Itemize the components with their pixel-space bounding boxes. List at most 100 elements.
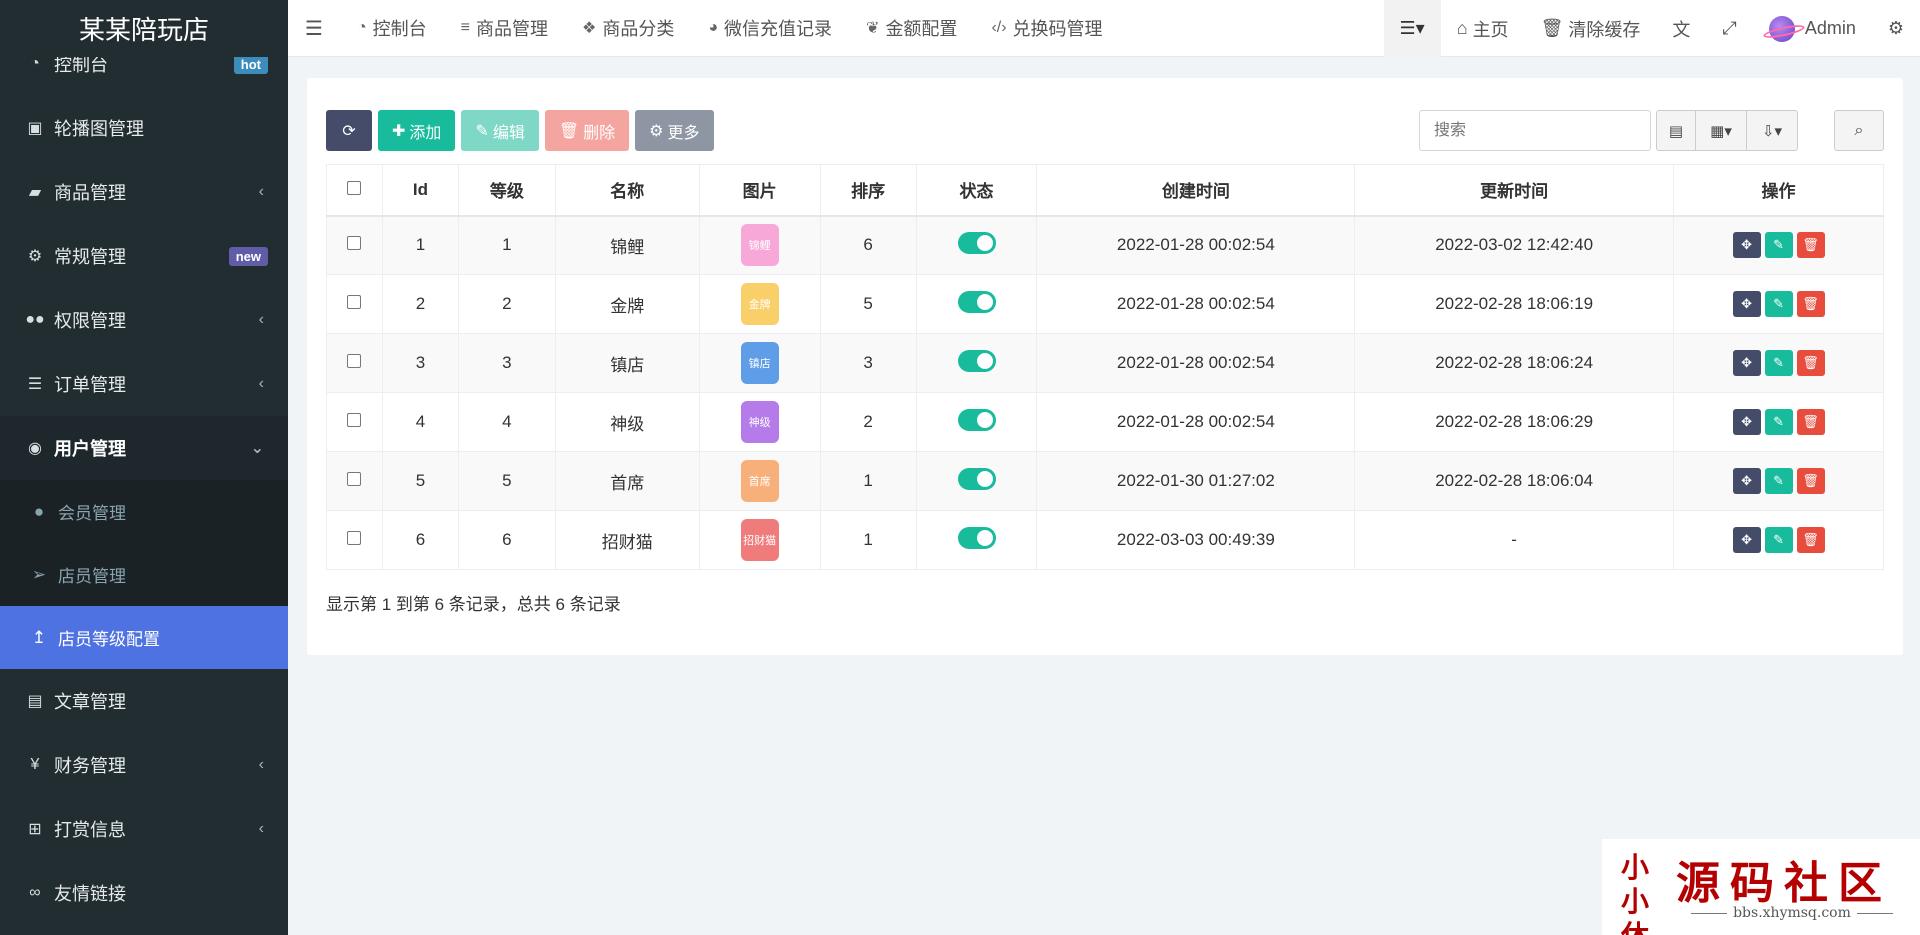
sidebar-item-orders[interactable]: ☰ 订单管理 ‹ — [0, 352, 288, 416]
status-toggle[interactable] — [957, 408, 996, 431]
drag-sort-button[interactable]: ✥ — [1732, 409, 1761, 435]
sidebar-subitem-members[interactable]: ● 会员管理 — [0, 480, 288, 543]
row-delete-button[interactable]: 🗑 — [1796, 468, 1825, 494]
sidebar-toggle-icon[interactable]: ☰ — [288, 0, 340, 57]
drag-sort-button[interactable]: ✥ — [1732, 291, 1761, 317]
row-checkbox[interactable] — [347, 472, 362, 486]
level-badge-image[interactable]: 锦鲤 — [740, 224, 779, 267]
row-edit-button[interactable]: ✎ — [1764, 232, 1793, 259]
sidebar-item-auth[interactable]: ●● 权限管理 ‹ — [0, 288, 288, 352]
table-row[interactable]: 5 5 首席 首席 1 2022-01-30 01:27:02 2022-02-28 18:… — [326, 451, 1884, 511]
drag-sort-button[interactable]: ✥ — [1732, 468, 1761, 494]
chevron-down-icon: ⌄ — [250, 440, 264, 457]
cell-updated: - — [1354, 510, 1675, 570]
search-input[interactable] — [1419, 110, 1651, 151]
columns-button[interactable]: ▦▾ — [1695, 110, 1747, 151]
status-toggle[interactable] — [957, 467, 996, 490]
user-menu[interactable]: Admin — [1753, 0, 1872, 57]
more-label: 更多 — [667, 124, 700, 142]
col-sort[interactable]: 排序 — [819, 164, 917, 217]
refresh-button[interactable]: ⟳ — [326, 110, 372, 151]
search-icon: ⌕ — [1854, 121, 1864, 139]
row-delete-button[interactable]: 🗑 — [1796, 291, 1825, 317]
select-all-checkbox[interactable] — [347, 180, 362, 195]
col-level[interactable]: 等级 — [457, 164, 556, 217]
export-button[interactable]: ⇩▾ — [1746, 110, 1798, 151]
clear-cache-button[interactable]: 🗑 清除缓存 — [1525, 0, 1657, 57]
col-image[interactable]: 图片 — [698, 164, 821, 217]
top-nav-redeem-code[interactable]: ‹/› 兑换码管理 — [974, 0, 1119, 57]
table-row[interactable]: 3 3 镇店 镇店 3 2022-01-28 00:02:54 2022-02-28 18:… — [326, 333, 1884, 393]
more-button[interactable]: ⚙ 更多 — [635, 110, 714, 151]
sidebar-item-users[interactable]: ◉ 用户管理 ⌄ — [0, 416, 288, 480]
status-toggle[interactable] — [957, 349, 996, 372]
pencil-icon: ✎ — [1773, 473, 1784, 488]
drag-sort-button[interactable]: ✥ — [1732, 527, 1761, 553]
language-button[interactable]: 文 — [1656, 0, 1706, 57]
level-badge-image[interactable]: 金牌 — [740, 283, 779, 325]
add-button[interactable]: ✚ 添加 — [378, 110, 456, 151]
drag-sort-button[interactable]: ✥ — [1732, 350, 1761, 376]
cell-name: 招财猫 — [554, 510, 700, 570]
home-link[interactable]: ⌂ 主页 — [1441, 0, 1525, 57]
col-updated[interactable]: 更新时间 — [1354, 164, 1675, 217]
top-nav-amount-config[interactable]: ❦ 金额配置 — [849, 0, 974, 57]
row-checkbox[interactable] — [347, 354, 362, 368]
sidebar-item-rewards[interactable]: ⊞ 打赏信息 ‹ — [0, 797, 288, 861]
table-row[interactable]: 4 4 神级 神级 2 2022-01-28 00:02:54 2022-02-28 18:… — [326, 392, 1884, 452]
multi-nav-dropdown[interactable]: ☰▾ — [1383, 0, 1441, 57]
top-nav-category[interactable]: ❖ 商品分类 — [565, 0, 691, 57]
top-nav-wechat-recharge[interactable]: ◕ 微信充值记录 — [691, 0, 849, 57]
level-badge-image[interactable]: 镇店 — [740, 342, 779, 384]
row-edit-button[interactable]: ✎ — [1764, 350, 1793, 376]
status-toggle[interactable] — [957, 290, 996, 313]
top-nav-dashboard[interactable]: ◔ 控制台 — [340, 0, 444, 57]
row-edit-button[interactable]: ✎ — [1764, 409, 1793, 435]
toggle-view-button[interactable]: ▤ — [1656, 110, 1696, 151]
trash-icon: 🗑 — [558, 122, 580, 140]
row-checkbox[interactable] — [347, 295, 362, 309]
row-delete-button[interactable]: 🗑 — [1796, 232, 1825, 259]
col-id[interactable]: Id — [381, 164, 459, 217]
level-badge-image[interactable]: 神级 — [740, 401, 779, 443]
row-delete-button[interactable]: 🗑 — [1796, 527, 1825, 553]
level-badge-image[interactable]: 首席 — [740, 460, 779, 502]
row-delete-button[interactable]: 🗑 — [1796, 409, 1825, 435]
table-row[interactable]: 1 1 锦鲤 锦鲤 6 2022-01-28 00:02:54 2022-03-02 12:… — [326, 215, 1884, 275]
sidebar-subitem-staff-level[interactable]: ↥ 店员等级配置 — [0, 606, 288, 669]
top-nav-goods[interactable]: ≡ 商品管理 — [444, 0, 565, 57]
fullscreen-button[interactable]: ⤢ — [1706, 0, 1752, 57]
table-row[interactable]: 2 2 金牌 金牌 5 2022-01-28 00:02:54 2022-02-28 18:… — [326, 274, 1884, 334]
status-toggle[interactable] — [957, 526, 996, 549]
row-edit-button[interactable]: ✎ — [1764, 527, 1793, 553]
level-badge-image[interactable]: 招财猫 — [740, 519, 779, 561]
sidebar-item-articles[interactable]: ▤ 文章管理 — [0, 669, 288, 733]
settings-button[interactable]: ⚙ — [1872, 0, 1920, 57]
sidebar-item-banner[interactable]: ▣ 轮播图管理 — [0, 96, 288, 160]
app-logo[interactable]: 某某陪玩店 — [0, 0, 288, 57]
sidebar-item-goods[interactable]: ▰ 商品管理 ‹ — [0, 160, 288, 224]
sidebar-subitem-staff[interactable]: ➢ 店员管理 — [0, 543, 288, 606]
row-checkbox[interactable] — [347, 531, 362, 545]
edit-button[interactable]: ✎ 编辑 — [461, 110, 539, 151]
col-name[interactable]: 名称 — [554, 164, 700, 217]
sidebar-item-general[interactable]: ⚙ 常规管理 new — [0, 224, 288, 288]
top-nav-label: 商品分类 — [602, 19, 675, 39]
col-status[interactable]: 状态 — [915, 164, 1038, 217]
sidebar-item-links[interactable]: ∞ 友情链接 — [0, 861, 288, 925]
col-created[interactable]: 创建时间 — [1036, 164, 1356, 217]
row-checkbox[interactable] — [347, 413, 362, 427]
select-all-cell — [326, 164, 383, 217]
cell-sort: 2 — [819, 392, 917, 452]
row-edit-button[interactable]: ✎ — [1764, 468, 1793, 494]
row-delete-button[interactable]: 🗑 — [1796, 350, 1825, 376]
row-edit-button[interactable]: ✎ — [1764, 291, 1793, 317]
drag-sort-button[interactable]: ✥ — [1732, 232, 1761, 259]
status-toggle[interactable] — [957, 231, 996, 254]
row-checkbox[interactable] — [347, 236, 362, 251]
cell-id: 4 — [381, 392, 459, 452]
delete-button[interactable]: 🗑 删除 — [544, 110, 630, 151]
sidebar-item-finance[interactable]: ¥ 财务管理 ‹ — [0, 733, 288, 797]
search-button[interactable]: ⌕ — [1834, 110, 1884, 151]
table-row[interactable]: 6 6 招财猫 招财猫 1 2022-03-03 00:49:39- ✥ ✎ 🗑 — [326, 510, 1884, 570]
